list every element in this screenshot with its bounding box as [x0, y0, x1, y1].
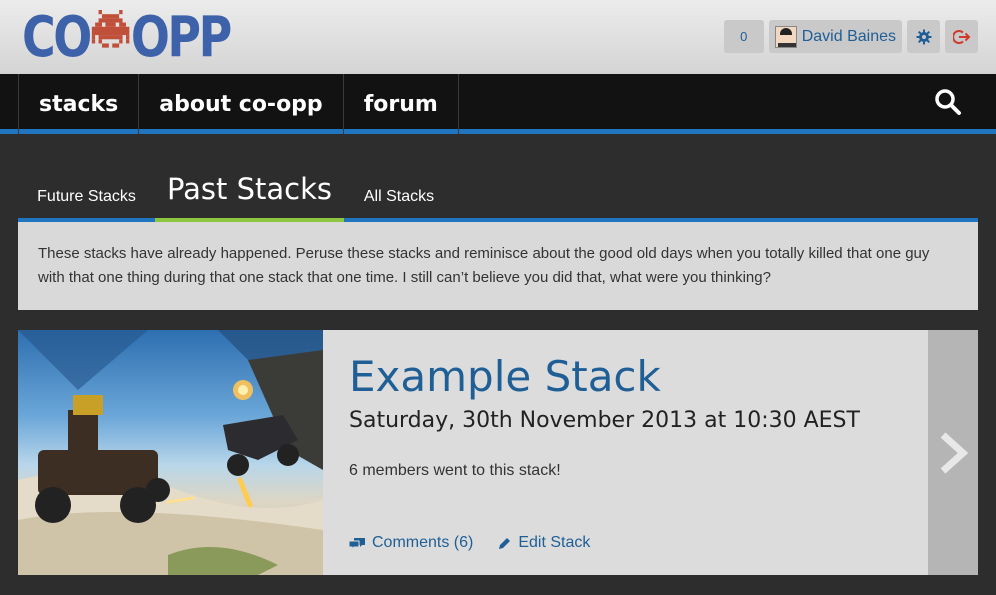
edit-stack-label: Edit Stack	[518, 534, 591, 551]
comments-icon	[349, 538, 365, 550]
stack-image[interactable]	[18, 330, 323, 575]
nav-item-about[interactable]: about co-opp	[139, 74, 344, 134]
game-scene-illustration	[18, 330, 323, 575]
logo-text-right: OPP	[130, 4, 232, 70]
user-name: David Baines	[801, 27, 896, 45]
logout-button[interactable]	[945, 20, 978, 53]
tab-past-stacks[interactable]: Past Stacks	[155, 160, 344, 222]
site-logo[interactable]: CO OPP	[22, 4, 232, 70]
comments-label: Comments (6)	[372, 534, 474, 551]
search-icon	[935, 89, 961, 115]
search-button[interactable]	[934, 88, 962, 121]
next-stack-button[interactable]	[928, 330, 978, 575]
chevron-right-icon	[940, 431, 968, 474]
nav-items: stacks about co-opp forum	[18, 74, 459, 134]
user-profile-button[interactable]: David Baines	[768, 20, 902, 53]
comments-link[interactable]: Comments (6)	[349, 534, 473, 552]
stack-details: Example Stack Saturday, 30th November 20…	[349, 330, 929, 575]
edit-stack-link[interactable]: Edit Stack	[497, 534, 590, 552]
stack-actions: Comments (6) Edit Stack	[349, 534, 590, 552]
tab-description: These stacks have already happened. Peru…	[18, 222, 978, 310]
user-controls: 0 David Baines	[723, 20, 978, 53]
stack-card: Example Stack Saturday, 30th November 20…	[18, 330, 978, 575]
stack-members-text: 6 members went to this stack!	[349, 462, 561, 479]
avatar	[774, 25, 797, 48]
stack-tabs: Future Stacks Past Stacks All Stacks	[18, 160, 978, 222]
tab-all-stacks[interactable]: All Stacks	[344, 160, 454, 218]
logo-text-left: CO	[22, 4, 92, 70]
stack-title[interactable]: Example Stack	[349, 352, 661, 401]
notifications-button[interactable]: 0	[723, 20, 764, 53]
gear-icon	[916, 29, 931, 44]
notifications-count: 0	[740, 29, 748, 44]
tab-future-stacks[interactable]: Future Stacks	[18, 160, 155, 218]
pencil-icon	[499, 537, 511, 549]
stack-datetime: Saturday, 30th November 2013 at 10:30 AE…	[349, 408, 860, 433]
space-invader-logo-icon	[91, 5, 130, 70]
logout-icon	[952, 29, 970, 44]
nav-item-stacks[interactable]: stacks	[19, 74, 140, 134]
nav-item-forum[interactable]: forum	[344, 74, 459, 134]
top-header: CO OPP 0 David Baines	[0, 0, 996, 74]
main-nav: stacks about co-opp forum	[0, 74, 996, 134]
settings-button[interactable]	[907, 20, 940, 53]
